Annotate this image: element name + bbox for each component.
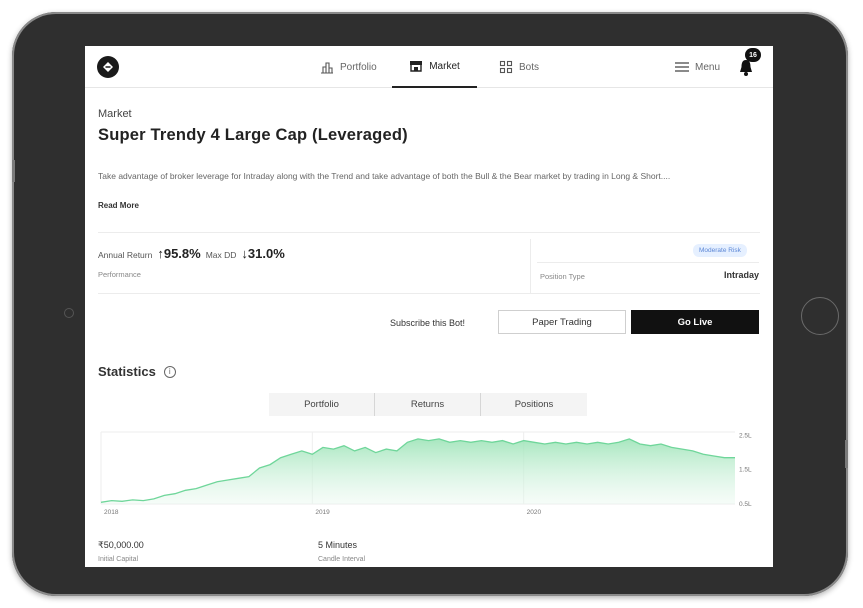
tab-portfolio[interactable]: Portfolio: [269, 393, 375, 416]
max-dd-label: Max DD: [205, 250, 237, 260]
notification-badge: 16: [745, 48, 761, 62]
nav-market-label: Market: [429, 60, 460, 72]
tab-positions[interactable]: Positions: [481, 393, 587, 416]
performance-label: Performance: [98, 270, 141, 279]
page-title: Super Trendy 4 Large Cap (Leveraged): [98, 126, 408, 144]
y-tick-label: 0.5L: [739, 501, 752, 508]
app-screen: Portfolio Market Bots Menu 16 Market Sup…: [85, 46, 773, 567]
statistics-heading: Statistics i: [98, 364, 176, 379]
risk-badge: Moderate Risk: [693, 244, 747, 257]
statistics-title: Statistics: [98, 364, 156, 379]
top-nav: Portfolio Market Bots Menu 16: [85, 46, 773, 88]
initial-capital-label: Initial Capital: [98, 556, 139, 563]
hamburger-icon: [675, 62, 689, 72]
chart-area: [101, 438, 735, 504]
subscribe-text: Subscribe this Bot!: [390, 318, 466, 328]
position-type-label: Position Type: [540, 272, 585, 281]
divider: [537, 262, 759, 263]
divider: [98, 232, 760, 233]
position-type-value: Intraday: [723, 270, 759, 280]
nav-market[interactable]: Market: [392, 46, 477, 88]
logo-icon[interactable]: [97, 56, 119, 78]
nav-bots-label: Bots: [519, 61, 540, 73]
bot-description: Take advantage of broker leverage for In…: [98, 171, 671, 181]
store-icon: [410, 61, 423, 72]
annual-return-value: ↑95.8%: [157, 246, 201, 261]
menu-button[interactable]: Menu: [675, 46, 720, 88]
statistics-tabs: Portfolio Returns Positions: [269, 393, 587, 416]
camera-icon: [64, 308, 74, 318]
divider: [98, 293, 760, 294]
x-tick-label: 2020: [527, 509, 542, 516]
x-tick-label: 2018: [104, 509, 119, 516]
annual-return-label: Annual Return: [98, 250, 153, 260]
initial-capital-value: ₹50,000.00: [98, 540, 144, 550]
power-button[interactable]: [845, 440, 848, 468]
volume-button[interactable]: [12, 160, 15, 182]
max-dd-value: ↓31.0%: [241, 246, 285, 261]
go-live-button[interactable]: Go Live: [631, 310, 759, 334]
candle-interval-value: 5 Minutes: [318, 540, 358, 550]
portfolio-chart[interactable]: 2018 2019 2020 2.5L 1.5L 0.5L: [99, 430, 759, 516]
nav-bots[interactable]: Bots: [499, 46, 539, 88]
nav-portfolio[interactable]: Portfolio: [320, 46, 377, 88]
y-tick-label: 2.5L: [739, 432, 752, 439]
home-button[interactable]: [801, 297, 839, 335]
nav-portfolio-label: Portfolio: [340, 61, 377, 73]
breadcrumb[interactable]: Market: [98, 108, 132, 120]
grid-icon: [499, 60, 513, 74]
info-icon[interactable]: i: [163, 365, 176, 378]
y-tick-label: 1.5L: [739, 467, 752, 474]
x-tick-label: 2019: [315, 509, 330, 516]
vertical-divider: [530, 239, 531, 293]
paper-trading-button[interactable]: Paper Trading: [498, 310, 626, 334]
candle-interval-label: Candle Interval: [318, 556, 366, 563]
read-more-link[interactable]: Read More: [98, 201, 139, 210]
performance-row: Annual Return ↑95.8% Max DD ↓31.0%: [98, 246, 285, 261]
menu-label: Menu: [695, 61, 721, 73]
tab-returns[interactable]: Returns: [375, 393, 481, 416]
bar-chart-icon: [321, 62, 333, 74]
